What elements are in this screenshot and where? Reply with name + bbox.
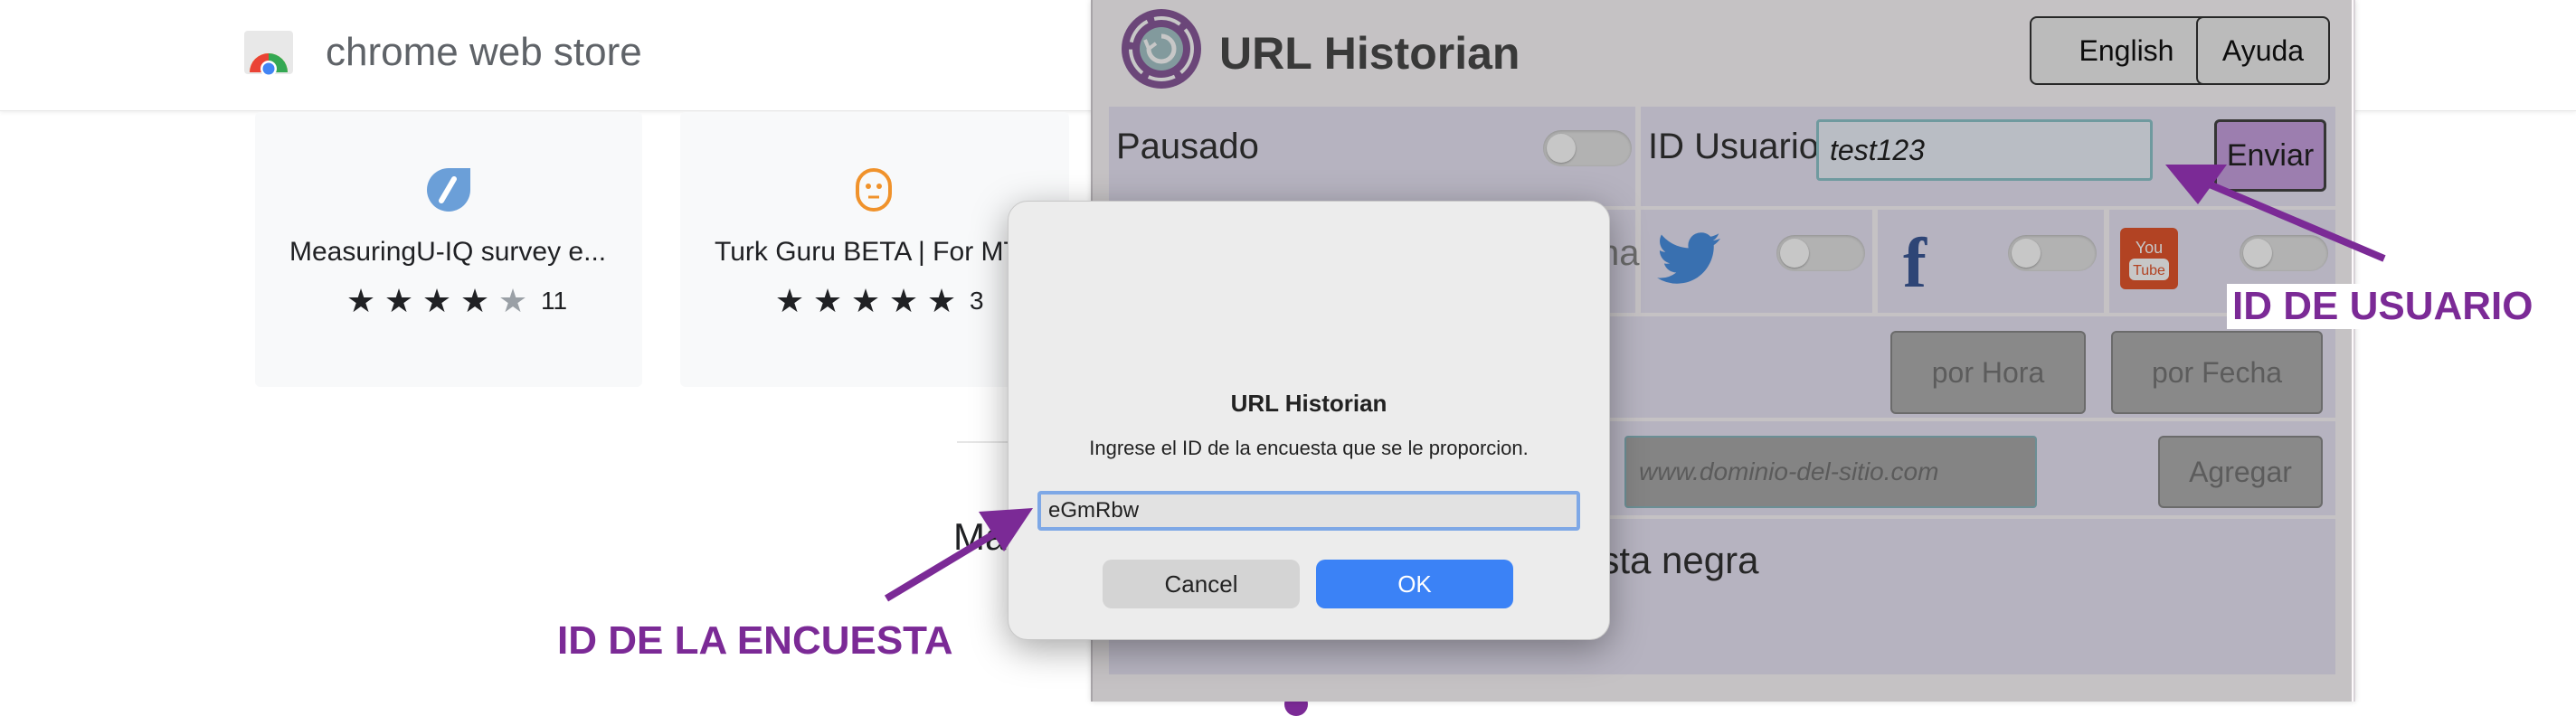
dialog-message: Ingrese el ID de la encuesta que se le p… (1089, 437, 1529, 459)
extension-name: Turk Guru BETA | For MT (715, 237, 1020, 267)
extension-name: MeasuringU-IQ survey e... (289, 237, 607, 267)
star-icon: ★ (421, 282, 452, 319)
row-separator (2104, 210, 2109, 313)
store-title[interactable]: chrome web store (326, 25, 642, 80)
language-button[interactable]: English (2030, 16, 2223, 85)
url-historian-logo (1122, 9, 1201, 89)
star-icon: ★ (384, 282, 414, 319)
rating-count: 11 (541, 287, 568, 315)
pause-toggle[interactable] (1543, 130, 1632, 166)
survey-id-input[interactable] (1037, 491, 1580, 531)
star-icon: ★ (774, 282, 805, 319)
star-icon: ★ (812, 282, 843, 319)
user-id-input[interactable] (1816, 119, 2153, 181)
dialog-title: URL Historian (1230, 390, 1387, 417)
twitter-icon (1657, 232, 1720, 284)
rating: ★ ★ ★ ★ ★ 3 (772, 282, 984, 320)
star-icon: ★ (459, 282, 490, 319)
star-icon: ★ (346, 282, 376, 319)
facebook-toggle[interactable] (2008, 235, 2097, 271)
survey-id-dialog: URL Historian Ingrese el ID de la encues… (1008, 201, 1610, 640)
section-heading-partial: Ma (953, 515, 1007, 558)
extension-card[interactable]: MeasuringU-IQ survey e... ★ ★ ★ ★ ★ 11 (255, 112, 642, 387)
blacklist-label: ista negra (1592, 539, 1759, 581)
row-separator (1635, 107, 1641, 206)
measuringu-icon (427, 168, 470, 212)
star-half-icon: ★ (497, 282, 528, 319)
survey-id-annotation: ID DE LA ENCUESTA (557, 618, 953, 663)
svg-text:Tube: Tube (2133, 263, 2165, 278)
chrome-web-store-logo[interactable] (242, 29, 295, 76)
popup-title: URL Historian (1219, 28, 1520, 79)
add-button[interactable]: Agregar (2158, 436, 2323, 508)
pause-label: Pausado (1116, 127, 1259, 166)
domain-input[interactable] (1624, 436, 2037, 508)
send-button[interactable]: Enviar (2214, 119, 2326, 192)
user-id-annotation: ID DE USUARIO (2227, 284, 2539, 329)
star-icon: ★ (850, 282, 881, 319)
help-button[interactable]: Ayuda (2196, 16, 2330, 85)
youtube-icon: You Tube (2120, 228, 2178, 289)
star-icon: ★ (888, 282, 919, 319)
row-separator (1872, 210, 1878, 313)
rating-count: 3 (970, 287, 984, 315)
facebook-icon: f (1903, 223, 1927, 302)
twitter-toggle[interactable] (1776, 235, 1865, 271)
by-date-button[interactable]: por Fecha (2111, 331, 2323, 414)
rating: ★ ★ ★ ★ ★ 11 (344, 282, 567, 320)
ok-button[interactable]: OK (1316, 560, 1513, 608)
user-id-label: ID Usuario (1648, 127, 1819, 166)
star-icon: ★ (926, 282, 957, 319)
turk-guru-icon (856, 168, 892, 212)
by-hour-button[interactable]: por Hora (1890, 331, 2086, 414)
cancel-button[interactable]: Cancel (1103, 560, 1300, 608)
youtube-toggle[interactable] (2240, 235, 2328, 271)
svg-text:You: You (2136, 239, 2163, 257)
